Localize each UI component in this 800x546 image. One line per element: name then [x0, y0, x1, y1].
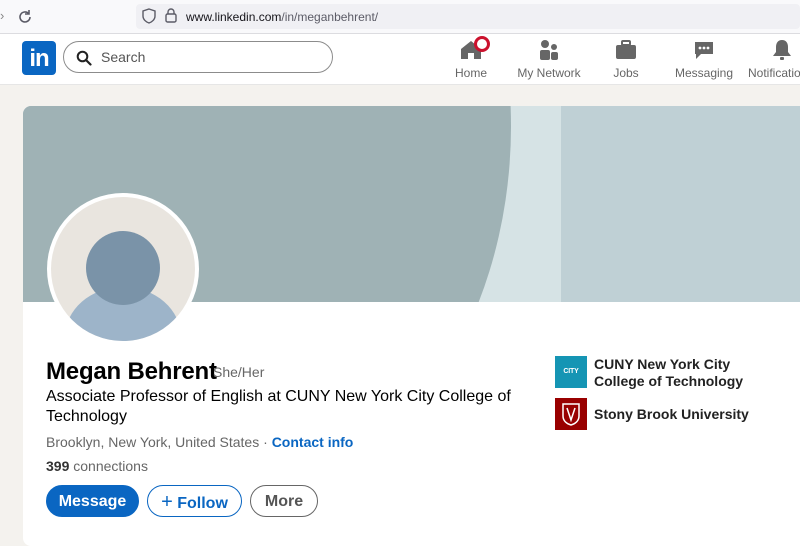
linkedin-logo[interactable]: in: [22, 41, 56, 75]
browser-toolbar: › www.linkedin.com/in/meganbehrent/: [0, 0, 800, 34]
shield-icon[interactable]: [142, 8, 156, 29]
contact-info-link[interactable]: Contact info: [272, 434, 354, 450]
nav-notifications[interactable]: Notifications: [748, 38, 800, 82]
avatar-placeholder: [51, 197, 195, 341]
nav-jobs-label: Jobs: [613, 66, 639, 80]
back-arrow-icon[interactable]: ›: [0, 8, 8, 24]
connections-label: connections: [73, 458, 148, 474]
separator-dot: ·: [263, 434, 268, 450]
url-host: www.linkedin.com: [186, 10, 282, 24]
follow-label: Follow: [177, 495, 228, 512]
nav-notifications-label: Notifications: [748, 66, 800, 80]
profile-pronouns: She/Her: [213, 364, 265, 380]
search-icon: [76, 50, 92, 66]
nav-messaging-label: Messaging: [674, 66, 734, 80]
connections-count-line[interactable]: 399 connections: [46, 458, 148, 474]
profile-location: Brooklyn, New York, United States: [46, 434, 260, 450]
more-button[interactable]: More: [250, 485, 318, 517]
profile-card: Megan Behrent She/Her Associate Professo…: [23, 106, 800, 546]
profile-location-line: Brooklyn, New York, United States · Cont…: [46, 434, 353, 450]
chat-icon: [695, 42, 713, 59]
url-text[interactable]: www.linkedin.com/in/meganbehrent/: [186, 10, 378, 24]
connections-count: 399: [46, 458, 70, 474]
follow-button[interactable]: + Follow: [147, 485, 242, 517]
nav-messaging[interactable]: Messaging: [672, 38, 736, 82]
message-button[interactable]: Message: [46, 485, 139, 517]
linkedin-header: in Home My Network Jobs Messaging Notifi: [0, 34, 800, 85]
search-box[interactable]: [63, 41, 333, 73]
reload-icon[interactable]: [14, 6, 36, 28]
nav-jobs[interactable]: Jobs: [606, 38, 646, 82]
avatar-head: [86, 231, 160, 305]
nav-my-network[interactable]: My Network: [513, 38, 585, 82]
nav-home[interactable]: Home: [448, 36, 494, 82]
city-tech-logo: CITY TECH: [555, 356, 587, 407]
profile-name: Megan Behrent: [46, 358, 217, 385]
plus-icon: +: [161, 491, 173, 513]
stony-brook-logo: [555, 398, 587, 430]
org-name: Stony Brook University: [594, 406, 749, 422]
nav-home-label: Home: [454, 66, 487, 80]
search-input[interactable]: [101, 46, 321, 68]
profile-headline: Associate Professor of English at CUNY N…: [46, 388, 511, 425]
bell-icon: [773, 40, 791, 60]
briefcase-icon: [616, 40, 636, 59]
lock-icon[interactable]: [165, 8, 177, 28]
profile-photo[interactable]: [47, 193, 199, 345]
nav-my-network-label: My Network: [517, 66, 581, 80]
notification-badge: [474, 36, 490, 52]
org-name: CUNY New York City College of Technology: [594, 356, 744, 389]
url-path: /in/meganbehrent/: [281, 10, 379, 24]
network-icon: [540, 40, 558, 60]
